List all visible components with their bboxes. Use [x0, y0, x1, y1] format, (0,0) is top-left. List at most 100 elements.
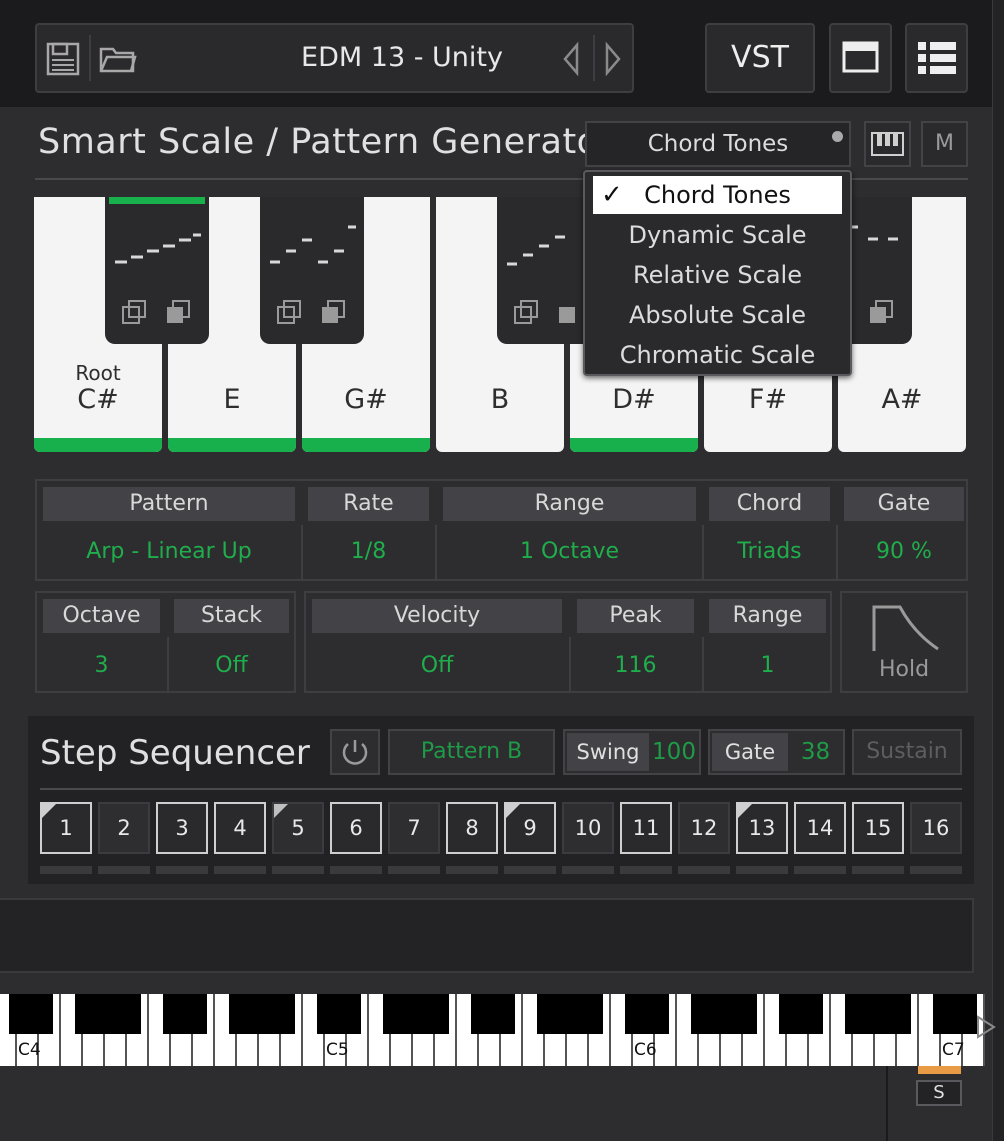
- list-view-button[interactable]: [905, 23, 968, 93]
- pattern-key[interactable]: [105, 197, 209, 344]
- pattern-value[interactable]: Arp - Linear Up: [43, 539, 295, 564]
- black-key[interactable]: [581, 994, 603, 1034]
- scroll-right-icon[interactable]: [974, 1014, 998, 1040]
- velocity-value[interactable]: Off: [312, 653, 562, 678]
- piano-keyboard[interactable]: C4 C5 C6 C7: [0, 994, 985, 1066]
- preset-selector[interactable]: EDM 13 - Unity: [35, 23, 634, 93]
- save-icon[interactable]: [45, 41, 81, 77]
- chord-value[interactable]: Triads: [709, 539, 830, 564]
- step-button-12[interactable]: 12: [678, 802, 730, 854]
- step-button-4[interactable]: 4: [214, 802, 266, 854]
- vst-button[interactable]: VST: [705, 23, 815, 93]
- black-key[interactable]: [889, 994, 911, 1034]
- black-key[interactable]: [845, 994, 867, 1034]
- black-key[interactable]: [185, 994, 207, 1034]
- step-button-5[interactable]: 5: [272, 802, 324, 854]
- black-key[interactable]: [801, 994, 823, 1034]
- step-button-16[interactable]: 16: [910, 802, 962, 854]
- range-value[interactable]: 1 Octave: [443, 539, 696, 564]
- step-button-1[interactable]: 1: [40, 802, 92, 854]
- black-key[interactable]: [75, 994, 97, 1034]
- black-key[interactable]: [713, 994, 735, 1034]
- step-velocity-bar[interactable]: [852, 866, 904, 874]
- black-key[interactable]: [779, 994, 801, 1034]
- black-key[interactable]: [735, 994, 757, 1034]
- step-velocity-bar[interactable]: [736, 866, 788, 874]
- gate-value[interactable]: 90 %: [844, 539, 964, 564]
- step-button-15[interactable]: 15: [852, 802, 904, 854]
- step-button-14[interactable]: 14: [794, 802, 846, 854]
- step-velocity-bar[interactable]: [446, 866, 498, 874]
- m-button[interactable]: M: [921, 121, 968, 167]
- black-key[interactable]: [625, 994, 647, 1034]
- black-key[interactable]: [537, 994, 559, 1034]
- black-key[interactable]: [339, 994, 361, 1034]
- black-key[interactable]: [559, 994, 581, 1034]
- next-arrow-icon[interactable]: [599, 41, 625, 77]
- step-velocity-bar[interactable]: [504, 866, 556, 874]
- peak-value[interactable]: 116: [577, 653, 694, 678]
- prev-arrow-icon[interactable]: [559, 41, 585, 77]
- step-velocity-bar[interactable]: [562, 866, 614, 874]
- black-key[interactable]: [383, 994, 405, 1034]
- black-key[interactable]: [273, 994, 295, 1034]
- step-button-7[interactable]: 7: [388, 802, 440, 854]
- step-button-6[interactable]: 6: [330, 802, 382, 854]
- black-key[interactable]: [405, 994, 427, 1034]
- octave-value[interactable]: 3: [43, 653, 160, 678]
- step-velocity-bar[interactable]: [620, 866, 672, 874]
- black-key[interactable]: [163, 994, 185, 1034]
- menu-item-chord-tones[interactable]: ✓ Chord Tones: [593, 176, 842, 214]
- black-key[interactable]: [251, 994, 273, 1034]
- step-velocity-bar[interactable]: [272, 866, 324, 874]
- step-button-2[interactable]: 2: [98, 802, 150, 854]
- mode-select[interactable]: Chord Tones: [585, 121, 851, 167]
- step-velocity-bar[interactable]: [910, 866, 962, 874]
- step-velocity-bar[interactable]: [330, 866, 382, 874]
- black-key[interactable]: [97, 994, 119, 1034]
- step-velocity-bar[interactable]: [40, 866, 92, 874]
- piano-button[interactable]: [864, 121, 911, 167]
- step-velocity-bar[interactable]: [678, 866, 730, 874]
- rate-value[interactable]: 1/8: [308, 539, 429, 564]
- menu-item-dynamic-scale[interactable]: Dynamic Scale: [593, 216, 842, 254]
- black-key[interactable]: [9, 994, 31, 1034]
- black-key[interactable]: [867, 994, 889, 1034]
- step-velocity-bar[interactable]: [388, 866, 440, 874]
- black-key[interactable]: [471, 994, 493, 1034]
- step-button-3[interactable]: 3: [156, 802, 208, 854]
- step-velocity-bar[interactable]: [98, 866, 150, 874]
- step-button-10[interactable]: 10: [562, 802, 614, 854]
- black-key[interactable]: [933, 994, 955, 1034]
- velocity-range-value[interactable]: 1: [709, 653, 826, 678]
- black-key[interactable]: [31, 994, 53, 1034]
- pattern-key[interactable]: [260, 197, 364, 344]
- step-button-13[interactable]: 13: [736, 802, 788, 854]
- step-button-9[interactable]: 9: [504, 802, 556, 854]
- window-button[interactable]: [829, 23, 892, 93]
- black-key[interactable]: [229, 994, 251, 1034]
- black-key[interactable]: [691, 994, 713, 1034]
- step-velocity-bar[interactable]: [156, 866, 208, 874]
- menu-item-chromatic-scale[interactable]: Chromatic Scale: [593, 336, 842, 374]
- stack-value[interactable]: Off: [174, 653, 289, 678]
- hold-button[interactable]: Hold: [840, 591, 968, 693]
- solo-button[interactable]: S: [916, 1080, 962, 1106]
- pattern-select[interactable]: Pattern B: [388, 729, 555, 775]
- sustain-button[interactable]: Sustain: [852, 729, 962, 775]
- folder-icon[interactable]: [99, 43, 137, 75]
- black-key[interactable]: [119, 994, 141, 1034]
- step-button-8[interactable]: 8: [446, 802, 498, 854]
- menu-item-relative-scale[interactable]: Relative Scale: [593, 256, 842, 294]
- step-velocity-bar[interactable]: [214, 866, 266, 874]
- black-key[interactable]: [493, 994, 515, 1034]
- power-button[interactable]: [330, 729, 380, 775]
- step-button-11[interactable]: 11: [620, 802, 672, 854]
- gate-control[interactable]: Gate 38: [708, 729, 845, 775]
- swing-control[interactable]: Swing 100: [563, 729, 701, 775]
- step-velocity-bar[interactable]: [794, 866, 846, 874]
- menu-item-absolute-scale[interactable]: Absolute Scale: [593, 296, 842, 334]
- black-key[interactable]: [427, 994, 449, 1034]
- black-key[interactable]: [317, 994, 339, 1034]
- black-key[interactable]: [647, 994, 669, 1034]
